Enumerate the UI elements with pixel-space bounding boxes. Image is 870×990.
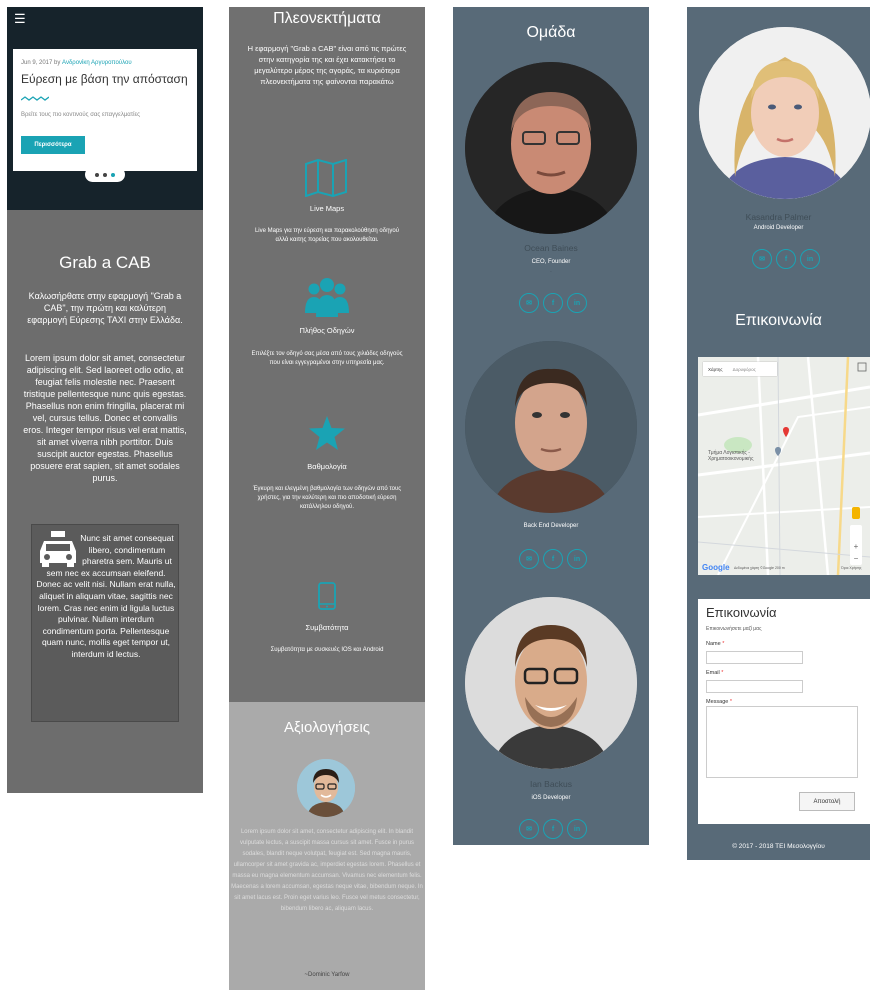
email-icon[interactable]: ✉ [519, 293, 539, 313]
name-label: Name * [706, 641, 725, 647]
feature-title: Βαθμολογία [307, 462, 347, 471]
satellite-tab[interactable]: Δορυφόρος [728, 367, 761, 372]
slider-dot-active[interactable] [111, 172, 115, 177]
facebook-icon[interactable]: f [543, 549, 563, 569]
map-place-label[interactable]: Τμήμα Λογιστικής - Χρηματοοικονομικής [708, 450, 778, 462]
message-textarea[interactable] [706, 706, 858, 778]
review-author: ~Dominic Yarfow [304, 972, 350, 978]
email-icon[interactable]: ✉ [519, 819, 539, 839]
svg-text:−: − [854, 554, 859, 563]
linkedin-icon[interactable]: in [567, 819, 587, 839]
send-button[interactable]: Αποστολή [799, 792, 855, 811]
slide-description: Βρείτε τους πιο κοντινούς σας επαγγελματ… [21, 112, 141, 118]
advantages-title: Πλεονεκτήματα [273, 10, 381, 27]
member-name: Ocean Baines [524, 243, 578, 253]
slider-dot[interactable] [95, 172, 99, 177]
feature-title: Πλήθος Οδηγών [299, 326, 355, 335]
lorem-text: Lorem ipsum dolor sit amet, consectetur … [23, 353, 187, 483]
info-box: Nunc sit amet consequat libero, condimen… [31, 524, 179, 722]
map-type-tabs[interactable]: Χάρτης Δορυφόρος [703, 362, 777, 376]
reviews-title: Αξιολογήσεις [283, 719, 371, 736]
contact-panel: Kasandra Palmer Android Developer ✉ f in… [687, 7, 870, 860]
member-extra: . [550, 268, 552, 274]
map-widget[interactable]: + − Χάρτης Δορυφόρος Τμήμα Λογιστικής - … [698, 357, 870, 575]
member-role: Android Developer [753, 225, 804, 231]
map-tab[interactable]: Χάρτης [703, 367, 728, 372]
member-socials: ✉ f in [752, 249, 820, 269]
member-photo [465, 597, 637, 769]
reviewer-avatar [297, 759, 355, 817]
form-title: Επικοινωνία [706, 605, 777, 620]
team-title: Ομάδα [526, 24, 576, 41]
email-icon[interactable]: ✉ [752, 249, 772, 269]
email-icon[interactable]: ✉ [519, 549, 539, 569]
advantages-panel: Πλεονεκτήματα Η εφαρμογή "Grab a CAB" εί… [229, 7, 425, 990]
member-socials: ✉ f in [519, 819, 587, 839]
feature-title: Συμβατότητα [305, 623, 349, 632]
post-meta: Jun 9, 2017 by Ανδρονίκη Αργυροπούλου [21, 60, 132, 66]
member-role: Back End Developer [523, 523, 579, 529]
slide-title: Εύρεση με βάση την απόσταση [21, 72, 188, 86]
advantages-intro: Η εφαρμογή "Grab a CAB" είναι από τις πρ… [247, 44, 407, 86]
svg-text:+: + [854, 542, 859, 551]
linkedin-icon[interactable]: in [567, 549, 587, 569]
map-icon [305, 159, 347, 197]
linkedin-icon[interactable]: in [800, 249, 820, 269]
team-panel: Ομάδα Ocean Baines CEO, Founder . ✉ f in… [453, 7, 649, 845]
member-role: iOS Developer [531, 795, 571, 801]
member-photo [465, 62, 637, 234]
slider-dot[interactable] [103, 172, 107, 177]
menu-icon[interactable]: ☰ [14, 12, 26, 25]
contact-form: Επικοινωνία Επικοινωνήσετε μαζί μας Name… [698, 599, 870, 824]
feature-title: Live Maps [309, 204, 345, 213]
member-socials: ✉ f in [519, 549, 587, 569]
facebook-icon[interactable]: f [543, 293, 563, 313]
member-photo [699, 27, 870, 199]
member-name: Ian Backus [529, 779, 573, 789]
facebook-icon[interactable]: f [543, 819, 563, 839]
member-role: CEO, Founder [531, 259, 571, 265]
hero-slider: ☰ Jun 9, 2017 by Ανδρονίκη Αργυροπούλου … [7, 7, 203, 210]
map-attribution: Δεδομένα χάρτη ©Google 200 m [734, 566, 785, 570]
slider-dots[interactable] [85, 167, 125, 182]
more-button[interactable]: Περισσότερα [21, 136, 85, 154]
name-input[interactable] [706, 651, 803, 664]
reviews-section: Αξιολογήσεις Lorem ipsum dolor sit amet,… [229, 702, 425, 990]
footer-copyright: © 2017 - 2018 ΤΕΙ Μεσολογγίου [732, 843, 825, 850]
member-photo [465, 341, 637, 513]
mobile-icon [318, 582, 336, 610]
feature-desc: Έγκυρη και ελεγμένη βαθμολογία των οδηγώ… [252, 486, 402, 510]
post-date: Jun 9, 2017 by [21, 60, 61, 66]
feature-desc: Συμβατότητα με συσκευές IOS και Android [270, 647, 384, 653]
app-title: Grab a CAB [59, 253, 151, 272]
review-text: Lorem ipsum dolor sit amet, consectetur … [231, 829, 423, 912]
form-subtitle: Επικοινωνήσετε μαζί μας [706, 626, 762, 632]
linkedin-icon[interactable]: in [567, 293, 587, 313]
facebook-icon[interactable]: f [776, 249, 796, 269]
post-author-link[interactable]: Ανδρονίκη Αργυροπούλου [62, 60, 132, 66]
home-panel: ☰ Jun 9, 2017 by Ανδρονίκη Αργυροπούλου … [7, 7, 203, 793]
member-socials: ✉ f in [519, 293, 587, 313]
feature-desc: Επιλέξτε τον οδηγό σας μέσα από τους χιλ… [251, 351, 403, 366]
info-box-text: Nunc sit amet consequat libero, condimen… [36, 533, 176, 659]
google-logo: Google [702, 563, 730, 572]
email-label: Email * [706, 670, 724, 676]
slide-card: Jun 9, 2017 by Ανδρονίκη Αργυροπούλου Εύ… [13, 49, 197, 171]
star-icon [309, 416, 345, 450]
message-label: Message * [706, 699, 732, 705]
email-input[interactable] [706, 680, 803, 693]
users-icon [305, 278, 349, 317]
member-name: Kasandra Palmer [745, 212, 812, 222]
wave-divider-icon [21, 96, 49, 101]
welcome-text: Καλωσήρθατε στην εφαρμογή "Grab a CAB", … [27, 291, 183, 325]
map-terms-link[interactable]: Όροι Χρήσης [841, 566, 861, 570]
contact-title: Επικοινωνία [735, 312, 822, 329]
feature-desc: Live Maps για την εύρεση και παρακολούθη… [254, 228, 400, 243]
